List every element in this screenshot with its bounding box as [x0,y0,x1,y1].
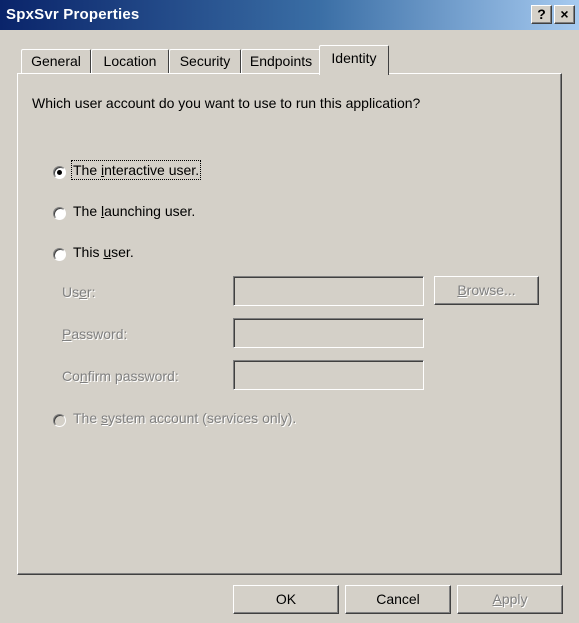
cancel-button[interactable]: Cancel [345,585,451,614]
tab-endpoints[interactable]: Endpoints [241,49,321,74]
apply-button[interactable]: Apply [457,585,563,614]
identity-panel: Which user account do you want to use to… [17,73,562,575]
radio-circle[interactable] [53,414,66,427]
radio-circle[interactable] [53,207,66,220]
browse-button[interactable]: Browse... [434,276,539,305]
confirm-password-field[interactable] [233,360,424,390]
radio-circle[interactable] [53,166,66,179]
ok-button[interactable]: OK [233,585,339,614]
user-label: User: [62,284,96,300]
close-button[interactable]: × [554,5,575,24]
radio-label[interactable]: The launching user. [73,203,195,219]
password-label: Password: [62,326,128,342]
tab-general[interactable]: General [21,49,91,74]
tab-identity[interactable]: Identity [319,45,389,75]
account-question: Which user account do you want to use to… [32,95,421,111]
password-field[interactable] [233,318,424,348]
radio-label[interactable]: The interactive user. [70,160,202,180]
title-bar[interactable]: SpxSvr Properties ? × [0,0,579,30]
confirm-password-label: Confirm password: [62,368,179,384]
tab-security[interactable]: Security [169,49,241,74]
tab-location[interactable]: Location [91,49,169,74]
window-title: SpxSvr Properties [6,6,140,23]
help-button[interactable]: ? [531,5,552,24]
user-field[interactable] [233,276,424,306]
radio-circle[interactable] [53,248,66,261]
radio-label[interactable]: This user. [73,244,134,260]
radio-label: The system account (services only). [73,410,297,426]
